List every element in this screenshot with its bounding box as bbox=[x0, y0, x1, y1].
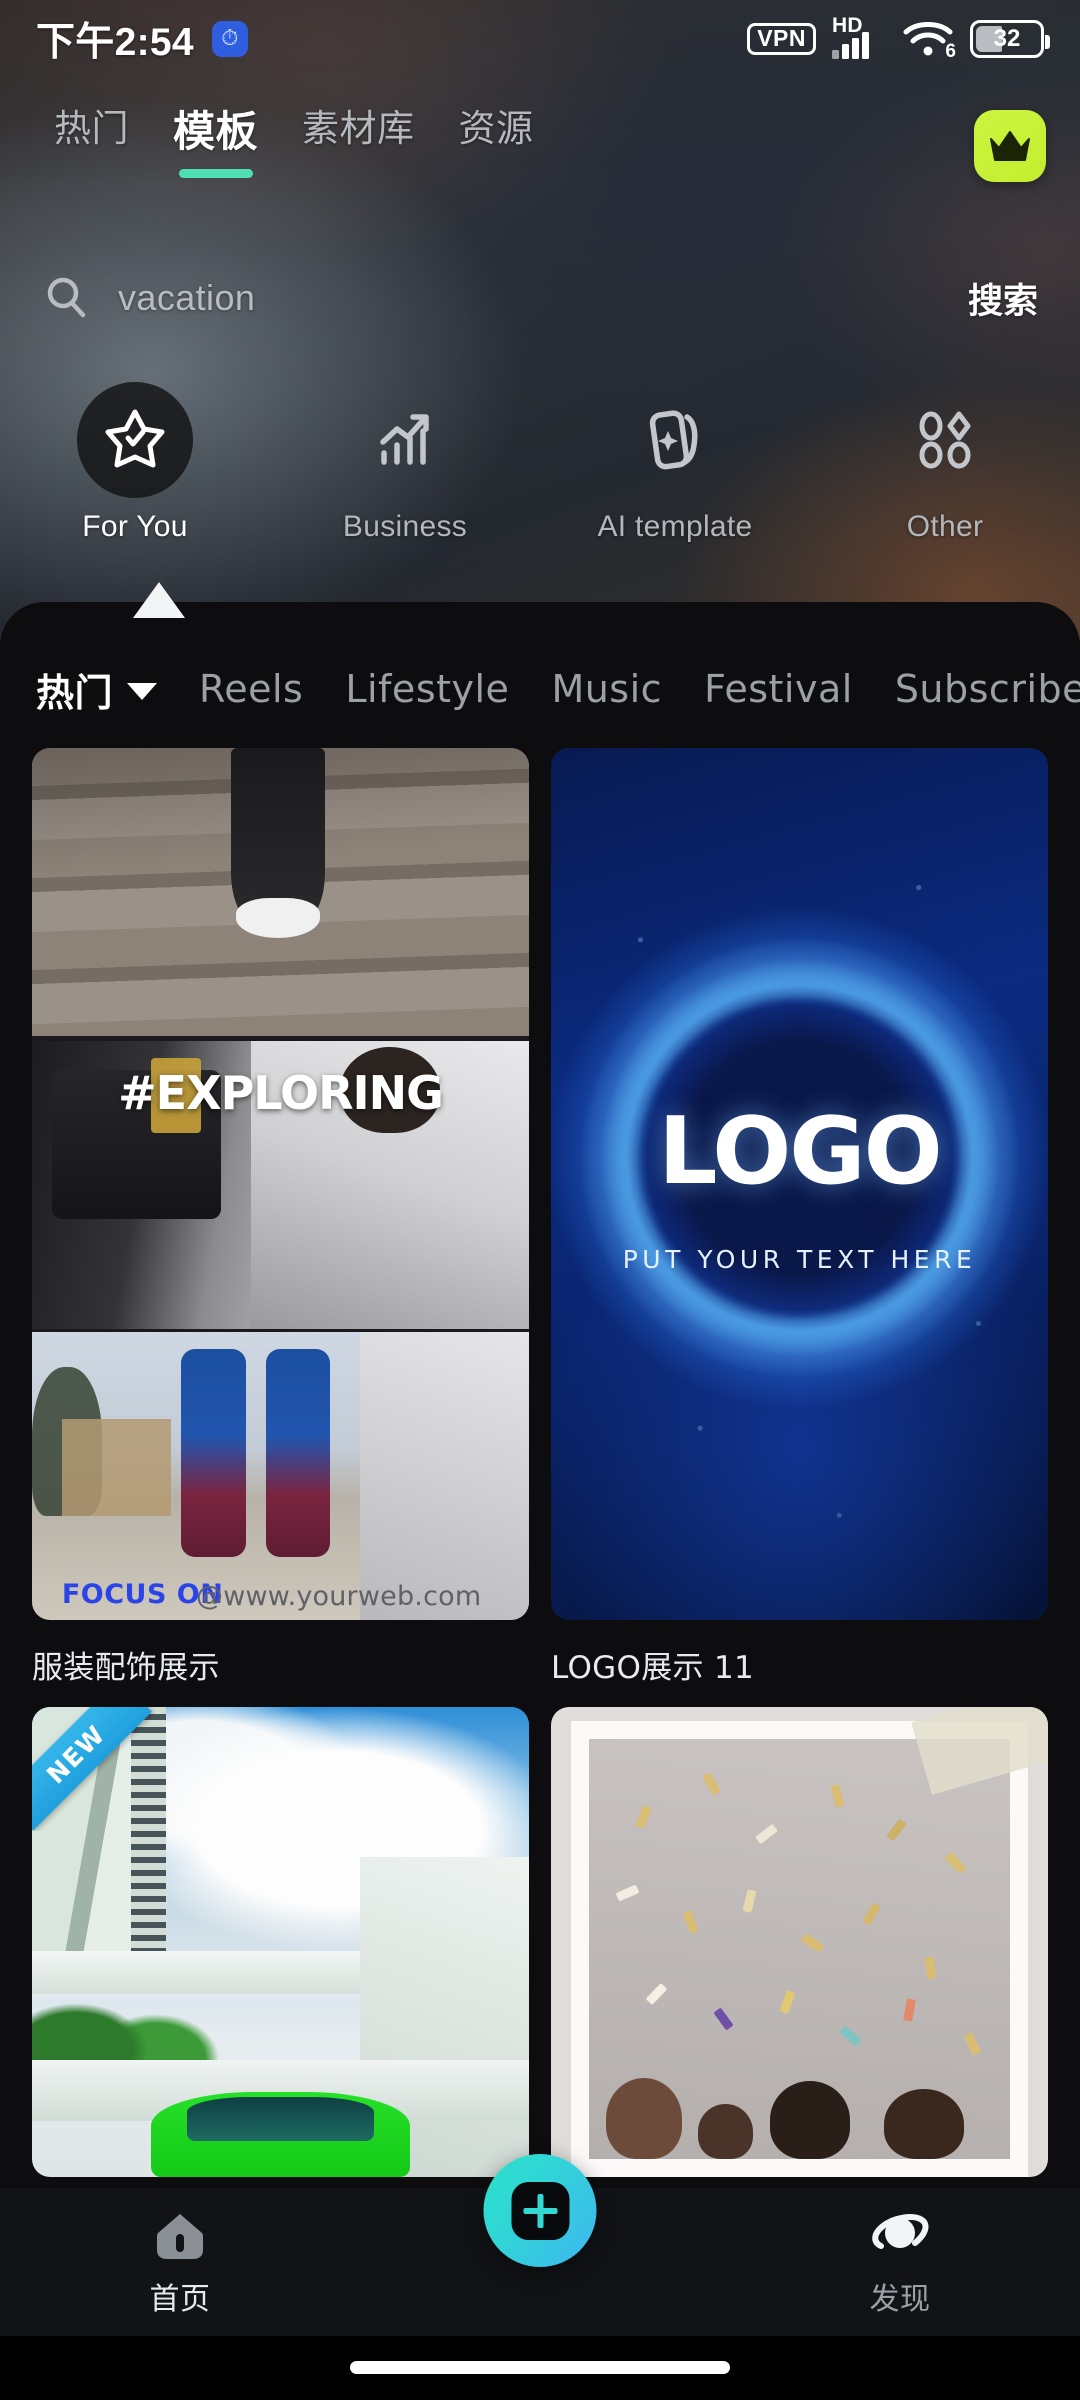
tab-template[interactable]: 模板 bbox=[151, 107, 280, 179]
home-icon bbox=[157, 2214, 203, 2259]
nav-item-home[interactable]: 首页 bbox=[0, 2208, 360, 2318]
template-thumbnail[interactable]: NEW bbox=[32, 1707, 529, 2177]
tab-resources[interactable]: 资源 bbox=[437, 107, 556, 151]
template-card[interactable]: LOGO PUT YOUR TEXT HERE LOGO展示 11 bbox=[551, 748, 1048, 1687]
template-title: 服装配饰展示 bbox=[32, 1650, 220, 1686]
create-button-inner bbox=[511, 2181, 569, 2240]
active-tab-underline bbox=[178, 169, 253, 179]
template-overlay-heading: LOGO bbox=[658, 1096, 942, 1205]
status-time: 下午2:54 bbox=[36, 21, 194, 64]
status-bar: 下午2:54 ⏱ VPN HD 6 32 bbox=[0, 0, 1080, 78]
template-overlay-heading: #EXPLORING bbox=[118, 1066, 444, 1121]
category-ai-template-icon-wrap bbox=[617, 382, 733, 498]
selected-category-pointer bbox=[133, 582, 185, 618]
search-input[interactable]: vacation bbox=[118, 277, 968, 319]
template-thumbnail[interactable]: LOGO PUT YOUR TEXT HERE bbox=[551, 748, 1048, 1620]
status-bar-left: 下午2:54 ⏱ bbox=[36, 11, 248, 67]
new-badge: NEW bbox=[32, 1707, 156, 1831]
subtab-festival[interactable]: Festival bbox=[704, 667, 895, 711]
subtab-hot-label: 热门 bbox=[36, 670, 114, 715]
category-other-icon-wrap bbox=[887, 382, 1003, 498]
create-button[interactable] bbox=[483, 2154, 597, 2267]
signal-icon: HD bbox=[832, 15, 886, 61]
category-business[interactable]: Business bbox=[270, 382, 540, 562]
status-bar-right: VPN HD 6 32 bbox=[747, 15, 1050, 62]
crown-icon bbox=[990, 131, 1030, 161]
template-grid: #EXPLORING FOCUS ON @www.yourweb.com 服装配… bbox=[0, 724, 1080, 2177]
pro-crown-button[interactable] bbox=[974, 110, 1046, 182]
chart-up-icon bbox=[380, 414, 429, 465]
tab-assets[interactable]: 素材库 bbox=[280, 107, 437, 151]
battery-percent: 32 bbox=[993, 25, 1021, 52]
category-for-you[interactable]: For You bbox=[0, 382, 270, 562]
top-tab-bar: 热门 模板 素材库 资源 bbox=[0, 107, 1080, 218]
planet-icon bbox=[872, 2214, 929, 2249]
wifi-generation-label: 6 bbox=[945, 41, 956, 62]
battery-icon: 32 bbox=[970, 20, 1050, 58]
template-panel: 热门 Reels Lifestyle Music Festival Subscr… bbox=[0, 602, 1080, 2188]
template-card[interactable]: NEW bbox=[32, 1707, 529, 2177]
category-business-label: Business bbox=[342, 510, 468, 543]
search-icon bbox=[47, 277, 86, 318]
tab-hot[interactable]: 热门 bbox=[32, 107, 151, 151]
signal-bars bbox=[832, 32, 869, 59]
template-thumbnail[interactable]: #EXPLORING FOCUS ON @www.yourweb.com bbox=[32, 748, 529, 1620]
search-button[interactable]: 搜索 bbox=[968, 273, 1038, 324]
subtab-hot[interactable]: 热门 bbox=[36, 662, 199, 717]
star-badge-icon bbox=[105, 409, 165, 468]
vpn-icon: VPN bbox=[747, 23, 816, 55]
category-row: For You Business AI template Other bbox=[0, 382, 1080, 562]
thumb-segment-bottom bbox=[32, 1332, 529, 1620]
grid-shapes-icon bbox=[919, 411, 971, 469]
template-overlay-subtitle: PUT YOUR TEXT HERE bbox=[622, 1245, 977, 1275]
app-screen: 下午2:54 ⏱ VPN HD 6 32 热门 模板 素材库 资源 vacati… bbox=[0, 0, 1080, 2400]
ai-cards-icon bbox=[649, 410, 698, 470]
category-for-you-icon-wrap bbox=[77, 382, 193, 498]
chevron-down-icon[interactable] bbox=[127, 682, 158, 700]
thumb-segment-top bbox=[32, 748, 529, 1036]
tab-hot-label: 热门 bbox=[54, 107, 129, 150]
category-ai-template[interactable]: AI template bbox=[540, 382, 810, 562]
subtab-lifestyle[interactable]: Lifestyle bbox=[345, 667, 551, 711]
nav-item-discover[interactable]: 发现 bbox=[720, 2208, 1080, 2318]
plus-icon bbox=[523, 2193, 557, 2228]
nav-item-discover-label: 发现 bbox=[869, 2282, 931, 2317]
category-other[interactable]: Other bbox=[810, 382, 1080, 562]
wifi-icon: 6 bbox=[902, 18, 956, 62]
new-badge-label: NEW bbox=[32, 1707, 153, 1831]
gesture-bar[interactable] bbox=[350, 2361, 730, 2374]
template-card[interactable]: #EXPLORING FOCUS ON @www.yourweb.com 服装配… bbox=[32, 748, 529, 1687]
nav-item-home-label: 首页 bbox=[149, 2282, 211, 2317]
tab-template-label: 模板 bbox=[173, 107, 259, 156]
category-for-you-label: For You bbox=[82, 510, 188, 543]
template-title: LOGO展示 11 bbox=[551, 1650, 754, 1686]
bottom-navigation: 首页 发现 bbox=[0, 2154, 1080, 2400]
stopwatch-app-icon: ⏱ bbox=[211, 21, 248, 57]
category-business-icon-wrap bbox=[347, 382, 463, 498]
tab-resources-label: 资源 bbox=[458, 107, 534, 150]
sub-tab-bar: 热门 Reels Lifestyle Music Festival Subscr… bbox=[0, 602, 1080, 724]
category-ai-template-label: AI template bbox=[597, 510, 753, 543]
thumb-background bbox=[551, 1707, 1048, 2177]
category-other-label: Other bbox=[906, 510, 984, 543]
subtab-subscribe[interactable]: Subscribe bbox=[895, 667, 1080, 711]
tab-assets-label: 素材库 bbox=[302, 107, 415, 150]
template-card[interactable] bbox=[551, 1707, 1048, 2177]
template-thumbnail[interactable] bbox=[551, 1707, 1048, 2177]
subtab-music[interactable]: Music bbox=[551, 667, 704, 711]
subtab-reels[interactable]: Reels bbox=[199, 667, 345, 711]
template-overlay-url: @www.yourweb.com bbox=[196, 1581, 482, 1612]
search-bar[interactable]: vacation 搜索 bbox=[0, 255, 1080, 341]
